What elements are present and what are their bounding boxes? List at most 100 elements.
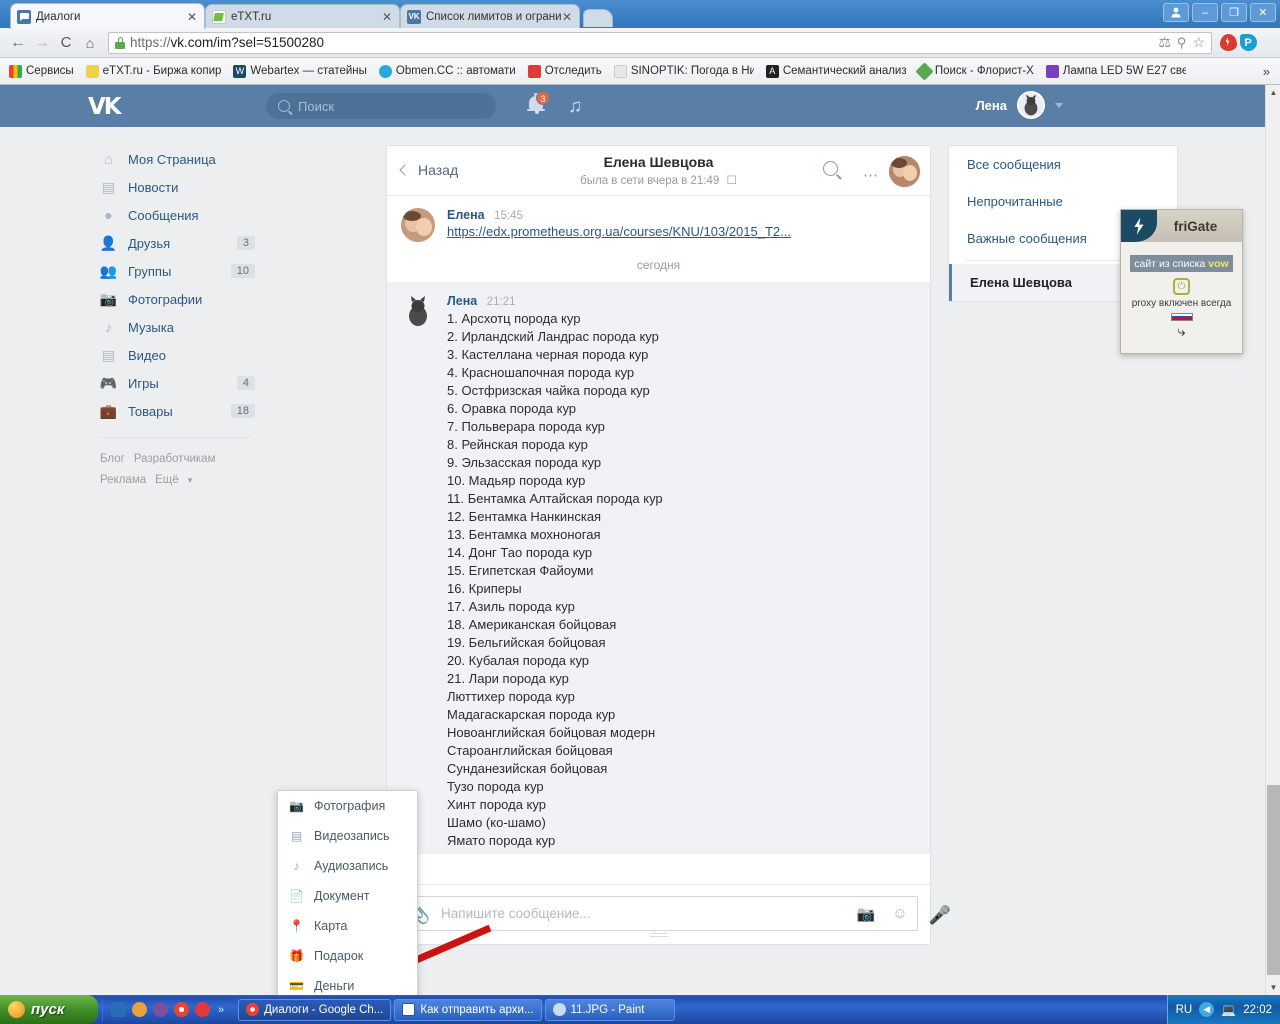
attach-menu-document[interactable]: 📄 Документ xyxy=(278,881,417,911)
new-tab-button[interactable] xyxy=(583,9,613,27)
hamburger-menu-icon[interactable] xyxy=(1258,33,1274,53)
close-icon[interactable]: ✕ xyxy=(186,11,198,23)
footer-link-more[interactable]: Ещё xyxy=(155,474,179,486)
sidebar-item-photos[interactable]: 📷 Фотографии xyxy=(88,285,263,313)
taskbar-item-chrome[interactable]: Диалоги - Google Ch... xyxy=(238,998,392,1021)
curved-arrow-icon[interactable]: ⤷ xyxy=(1121,323,1242,340)
sidebar-item-groups[interactable]: 👥 Группы 10 xyxy=(88,257,263,285)
scroll-up-icon[interactable]: ▲ xyxy=(1266,85,1280,100)
message-author[interactable]: Лена xyxy=(447,294,477,308)
opera-icon[interactable] xyxy=(132,1002,147,1017)
star-icon[interactable]: ☆ xyxy=(1192,34,1205,51)
attach-menu-gift[interactable]: 🎁 Подарок xyxy=(278,941,417,971)
taskbar-item-paint[interactable]: 11.JPG - Paint xyxy=(544,998,675,1021)
sidebar-item-messages[interactable]: ● Сообщения xyxy=(88,201,263,229)
user-profile-button[interactable] xyxy=(1163,3,1189,22)
sidebar-item-video[interactable]: ▤ Видео xyxy=(88,341,263,369)
chrome-icon[interactable] xyxy=(174,1002,189,1017)
taskbar-item-word[interactable]: Как отправить архи... xyxy=(394,998,542,1021)
filter-all-messages[interactable]: Все сообщения xyxy=(949,146,1177,183)
proxy-extension-icon[interactable]: P xyxy=(1238,33,1258,53)
user-menu[interactable]: Лена xyxy=(976,91,1063,119)
bookmark-apps[interactable]: Сервисы xyxy=(4,63,79,80)
quick-launch-overflow[interactable]: » xyxy=(218,1004,224,1016)
browser-tab-1[interactable]: eTXT.ru ✕ xyxy=(205,4,400,29)
clock[interactable]: 22:02 xyxy=(1243,1004,1272,1016)
more-dots-icon[interactable]: ⋯ xyxy=(863,166,880,184)
footer-link-devs[interactable]: Разработчикам xyxy=(134,453,216,465)
message-list[interactable]: Елена 15:45 https://edx.prometheus.org.u… xyxy=(387,196,930,886)
sidebar-item-news[interactable]: ▤ Новости xyxy=(88,173,263,201)
sidebar-item-music[interactable]: ♪ Музыка xyxy=(88,313,263,341)
resize-grip[interactable] xyxy=(649,933,668,939)
message-link[interactable]: https://edx.prometheus.org.ua/courses/KN… xyxy=(447,224,791,239)
vk-logo-icon[interactable]: VK xyxy=(88,93,128,120)
bookmark-item[interactable]: Отследить xyxy=(523,63,607,80)
music-note-icon[interactable]: ♫ xyxy=(568,96,582,118)
search-icon[interactable] xyxy=(823,161,838,176)
page-scrollbar[interactable]: ▲ ▼ xyxy=(1265,85,1280,995)
frigate-extension-icon[interactable] xyxy=(1218,33,1238,53)
browser-tab-2[interactable]: VK Список лимитов и ограничe ✕ xyxy=(400,4,580,29)
footer-link-blog[interactable]: Блог xyxy=(100,453,125,465)
start-button[interactable]: пуск xyxy=(0,995,98,1024)
address-bar[interactable]: https://vk.com/im?sel=51500280 ⚖ ⚲ ☆ xyxy=(108,31,1212,54)
sidebar-item-games[interactable]: 🎮 Игры 4 xyxy=(88,369,263,397)
sidebar-item-friends[interactable]: 👤 Друзья 3 xyxy=(88,229,263,257)
message-item[interactable]: Лена 21:21 1. Арсхотц порода кур 2. Ирла… xyxy=(387,282,930,854)
close-icon[interactable]: ✕ xyxy=(561,11,573,23)
minimize-button[interactable]: – xyxy=(1192,3,1218,22)
home-icon[interactable]: ⌂ xyxy=(78,31,102,55)
search-input[interactable]: Поиск xyxy=(266,93,496,119)
language-indicator[interactable]: RU xyxy=(1176,1004,1193,1016)
footer-link-ads[interactable]: Реклама xyxy=(100,474,146,486)
sidebar-item-goods[interactable]: 💼 Товары 18 xyxy=(88,397,263,425)
bookmark-item[interactable]: Obmen.CC :: автомати xyxy=(374,63,521,80)
back-arrow-icon[interactable]: ◀ xyxy=(1199,1002,1215,1017)
attach-menu-photo[interactable]: 📷 Фотография xyxy=(278,791,417,821)
camera-icon[interactable]: 📷 xyxy=(849,905,883,923)
sidebar-item-my-page[interactable]: ⌂ Моя Страница xyxy=(88,145,263,173)
back-icon[interactable]: ← xyxy=(6,31,30,55)
bookmark-item[interactable]: Лампа LED 5W E27 све xyxy=(1041,63,1191,80)
microphone-icon[interactable]: 🎤 xyxy=(929,905,951,926)
scrollbar-thumb[interactable] xyxy=(1267,785,1280,975)
attach-menu-video[interactable]: ▤ Видеозапись xyxy=(278,821,417,851)
forward-icon[interactable]: → xyxy=(30,31,54,55)
desktop-icon[interactable] xyxy=(111,1002,126,1017)
power-icon[interactable]: ⏻ xyxy=(1173,278,1190,295)
bookmark-item[interactable]: eTXT.ru - Биржа копир xyxy=(81,63,227,80)
chevron-down-icon[interactable] xyxy=(1055,102,1063,108)
bookmarks-overflow-button[interactable]: » xyxy=(1257,64,1276,79)
key-icon[interactable]: ⚲ xyxy=(1177,35,1187,51)
close-icon[interactable]: ✕ xyxy=(381,11,393,23)
scroll-down-icon[interactable]: ▼ xyxy=(1266,980,1280,995)
avatar[interactable] xyxy=(889,156,920,187)
notifications-button[interactable]: 3 xyxy=(526,91,550,117)
bookmark-item[interactable]: Поиск - Флорист-X xyxy=(913,62,1039,80)
message-input[interactable]: Напишите сообщение... xyxy=(437,906,849,921)
attach-menu-money[interactable]: 💳 Деньги xyxy=(278,971,417,995)
maximize-button[interactable]: ❐ xyxy=(1221,3,1247,22)
attach-menu-map[interactable]: 📍 Карта xyxy=(278,911,417,941)
sidebar-footer-links: Блог Разработчикам Реклама Ещё ▾ xyxy=(100,453,216,486)
message-item[interactable]: Елена 15:45 https://edx.prometheus.org.u… xyxy=(387,196,930,246)
print-icon[interactable]: ⚖ xyxy=(1158,34,1171,51)
composer-row[interactable]: 📎 Напишите сообщение... 📷 ☺ 🎤 xyxy=(399,896,951,931)
frigate-popup[interactable]: friGate сайт из списка vow ⏻ proxy включе… xyxy=(1120,209,1243,354)
bookmark-item[interactable]: W Webartex — статейны xyxy=(228,63,372,80)
attach-menu-audio[interactable]: ♪ Аудиозапись xyxy=(278,851,417,881)
viber-icon[interactable] xyxy=(153,1002,168,1017)
browser-tab-0[interactable]: Диалоги ✕ xyxy=(10,3,205,29)
message-author[interactable]: Елена xyxy=(447,208,485,222)
yandex-icon[interactable] xyxy=(195,1002,210,1017)
message-line: 1. Арсхотц порода кур xyxy=(447,311,581,326)
close-button[interactable]: ✕ xyxy=(1250,3,1276,22)
network-icon[interactable]: 💻 xyxy=(1221,1002,1236,1017)
reload-icon[interactable]: C xyxy=(54,31,78,55)
smiley-icon[interactable]: ☺ xyxy=(883,905,917,922)
chat-composer: 📎 Напишите сообщение... 📷 ☺ 🎤 xyxy=(387,884,951,944)
bookmark-item[interactable]: SINOPTIK: Погода в Ни xyxy=(609,63,759,80)
attachment-menu[interactable]: 📷 Фотография ▤ Видеозапись ♪ Аудиозапись… xyxy=(277,790,418,995)
bookmark-item[interactable]: A Семантический анализ xyxy=(761,63,911,80)
